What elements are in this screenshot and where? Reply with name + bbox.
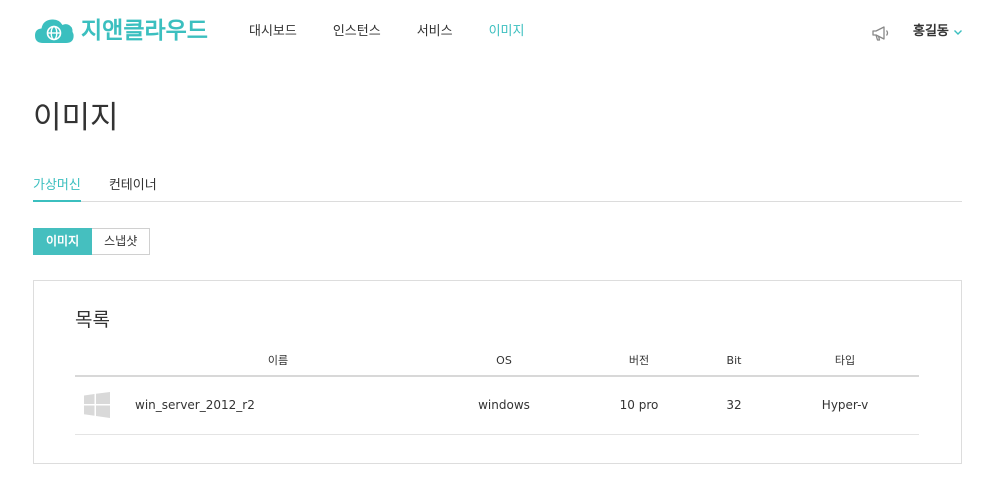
nav-item-dashboard[interactable]: 대시보드 <box>249 22 297 42</box>
windows-icon <box>84 392 110 418</box>
tab-virtual-machine[interactable]: 가상머신 <box>33 176 81 202</box>
nav-item-instances[interactable]: 인스턴스 <box>333 22 381 42</box>
main-nav: 대시보드 인스턴스 서비스 이미지 <box>249 22 560 42</box>
image-segment-button[interactable]: 이미지 <box>33 228 93 255</box>
image-list-card: 목록 이름 OS 버전 Bit 타입 win_server_2012_r2 wi… <box>33 280 962 464</box>
image-snapshot-toggle: 이미지 스냅샷 <box>33 228 151 255</box>
table-header: 이름 OS 버전 Bit 타입 <box>75 349 919 377</box>
column-header-version: 버전 <box>628 354 650 367</box>
cell-os: windows <box>478 398 530 412</box>
top-header: 지앤클라우드 대시보드 인스턴스 서비스 이미지 홍길동 <box>0 0 1000 64</box>
nav-item-images[interactable]: 이미지 <box>489 22 525 42</box>
page-title: 이미지 <box>33 100 119 136</box>
vm-container-tabs: 가상머신 컨테이너 <box>33 176 962 202</box>
column-header-name: 이름 <box>267 354 289 367</box>
image-table: 이름 OS 버전 Bit 타입 win_server_2012_r2 windo… <box>75 349 919 435</box>
column-header-os: OS <box>496 354 512 367</box>
snapshot-segment-button[interactable]: 스냅샷 <box>92 228 151 255</box>
cell-type: Hyper-v <box>821 398 869 412</box>
column-header-bit: Bit <box>726 354 742 367</box>
list-title: 목록 <box>75 309 110 331</box>
table-row[interactable]: win_server_2012_r2 windows 10 pro 32 Hyp… <box>75 377 919 435</box>
brand-logo[interactable]: 지앤클라우드 <box>33 16 208 46</box>
chevron-down-icon <box>953 30 962 35</box>
user-name: 홍길동 <box>913 24 949 39</box>
cell-version: 10 pro <box>619 398 659 412</box>
cell-name: win_server_2012_r2 <box>135 398 255 412</box>
user-menu[interactable]: 홍길동 <box>913 22 963 42</box>
brand-name: 지앤클라우드 <box>81 18 208 44</box>
cloud-globe-icon <box>35 19 74 43</box>
tab-container[interactable]: 컨테이너 <box>109 176 157 202</box>
column-header-type: 타입 <box>834 354 856 367</box>
nav-item-services[interactable]: 서비스 <box>417 22 453 42</box>
megaphone-icon[interactable] <box>870 22 892 44</box>
cell-bit: 32 <box>726 398 742 412</box>
